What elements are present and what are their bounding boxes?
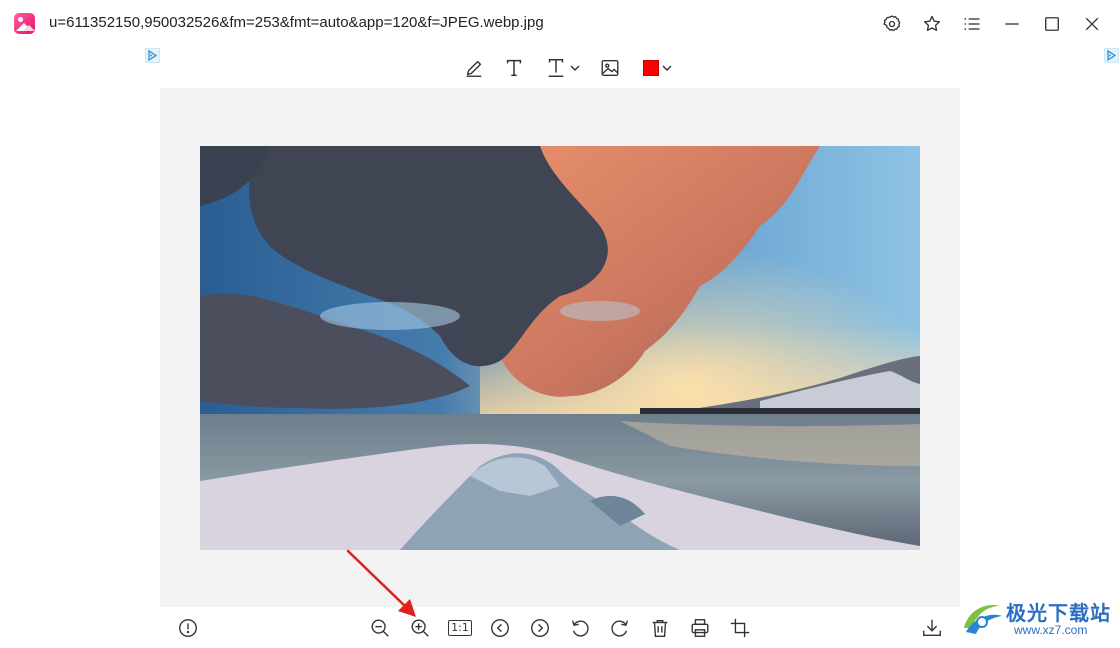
ad-choices-badge-left[interactable] [145, 48, 160, 63]
previous-image-button[interactable] [488, 616, 512, 640]
text-icon [506, 59, 522, 77]
photo-lake-sunset [200, 146, 920, 550]
actual-size-label: 1:1 [448, 620, 472, 636]
crop-icon [730, 618, 750, 638]
next-image-button[interactable] [528, 616, 552, 640]
chevron-down-icon [570, 65, 579, 71]
next-icon [531, 619, 549, 637]
rotate-left-icon [572, 620, 589, 637]
download-icon [923, 619, 941, 637]
text-style-dropdown[interactable] [542, 56, 582, 80]
download-button[interactable] [920, 616, 944, 640]
menu-icon [964, 18, 980, 30]
minimize-button[interactable] [1000, 12, 1024, 36]
color-swatch [642, 60, 659, 76]
rotate-right-icon [611, 620, 628, 637]
previous-icon [491, 619, 509, 637]
minimize-icon [1005, 23, 1019, 25]
watermark-logo-icon [964, 604, 1002, 634]
image-icon [601, 59, 619, 77]
info-button[interactable] [176, 616, 200, 640]
close-button[interactable] [1080, 12, 1104, 36]
color-picker-dropdown[interactable] [641, 56, 673, 80]
site-watermark: 极光下载站 www.xz7.com [958, 594, 1118, 644]
ad-choices-icon [1107, 49, 1117, 62]
maximize-button[interactable] [1040, 12, 1064, 36]
star-icon [924, 15, 940, 32]
insert-image-button[interactable] [598, 56, 622, 80]
zoom-out-icon [371, 619, 389, 637]
crop-button[interactable] [728, 616, 752, 640]
actual-size-button[interactable]: 1:1 [448, 616, 472, 640]
trash-icon [652, 619, 668, 637]
maximize-icon [1045, 17, 1059, 31]
watermark-url: www.xz7.com [1014, 623, 1088, 637]
file-title: u=611352150,950032526&fm=253&fmt=auto&ap… [49, 14, 544, 31]
chevron-down-icon [662, 65, 671, 71]
print-button[interactable] [688, 616, 712, 640]
zoom-in-button[interactable] [408, 616, 432, 640]
rotate-left-button[interactable] [568, 616, 592, 640]
printer-icon [691, 619, 709, 637]
pen-icon [466, 60, 482, 77]
image-canvas [160, 88, 960, 607]
text-style-icon [548, 59, 563, 77]
ad-choices-icon [148, 49, 158, 62]
rotate-right-button[interactable] [608, 616, 632, 640]
gear-icon [883, 15, 901, 32]
delete-button[interactable] [648, 616, 672, 640]
close-icon [1085, 17, 1099, 31]
ad-choices-badge-right[interactable] [1104, 48, 1119, 63]
text-tool-button[interactable] [502, 56, 526, 80]
zoom-out-button[interactable] [368, 616, 392, 640]
zoom-in-icon [411, 619, 429, 637]
favorite-button[interactable] [920, 12, 944, 36]
watermark-title: 极光下载站 [1006, 601, 1111, 625]
settings-button[interactable] [880, 12, 904, 36]
info-icon [179, 619, 197, 637]
app-icon [14, 13, 35, 34]
menu-button[interactable] [960, 12, 984, 36]
pen-tool-button[interactable] [462, 56, 486, 80]
